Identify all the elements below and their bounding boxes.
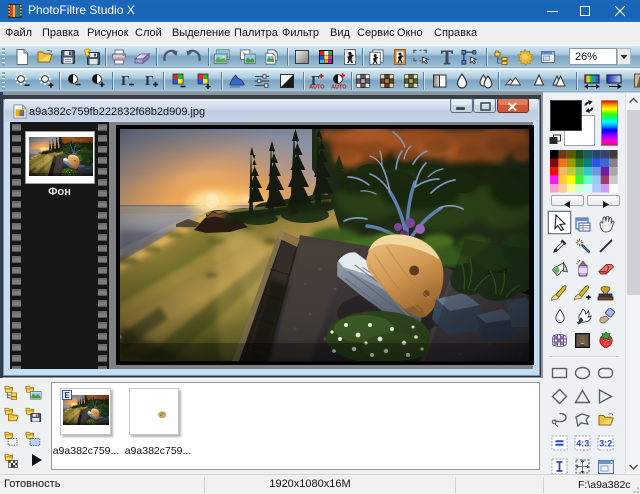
svg-text:Γ: Γ xyxy=(121,74,130,89)
svg-text:3:2: 3:2 xyxy=(599,439,612,449)
svg-text:Γ: Γ xyxy=(145,74,154,89)
svg-text:4:3: 4:3 xyxy=(576,439,589,449)
svg-text:AUTO: AUTO xyxy=(309,85,325,91)
svg-text:AUTO: AUTO xyxy=(331,85,347,91)
